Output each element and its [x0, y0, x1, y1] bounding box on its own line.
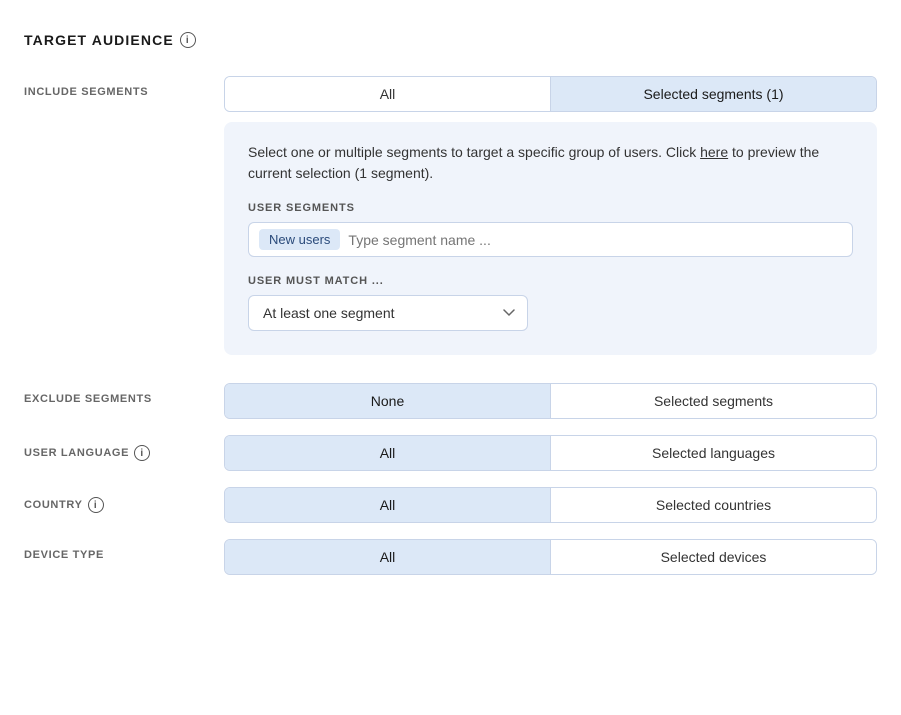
device-type-row: DEVICE TYPE All Selected devices	[24, 539, 877, 575]
include-segments-all-btn[interactable]: All	[225, 77, 551, 111]
country-label: COUNTRY i	[24, 487, 224, 513]
page-title-info-icon[interactable]: i	[180, 32, 196, 48]
segment-tag[interactable]: New users	[259, 229, 340, 250]
exclude-segments-row: EXCLUDE SEGMENTS None Selected segments	[24, 383, 877, 419]
user-language-toggle: All Selected languages	[224, 435, 877, 471]
device-type-selected-btn[interactable]: Selected devices	[551, 540, 876, 574]
page-title-text: TARGET AUDIENCE	[24, 32, 174, 48]
user-must-match-select[interactable]: At least one segment All segments	[248, 295, 528, 331]
segment-panel: Select one or multiple segments to targe…	[224, 122, 877, 355]
include-segments-label: INCLUDE SEGMENTS	[24, 76, 224, 98]
country-toggle: All Selected countries	[224, 487, 877, 523]
exclude-segments-label: EXCLUDE SEGMENTS	[24, 383, 224, 405]
include-segments-selected-btn[interactable]: Selected segments (1)	[551, 77, 876, 111]
country-info-icon[interactable]: i	[88, 497, 104, 513]
user-language-row: USER LANGUAGE i All Selected languages	[24, 435, 877, 471]
device-type-label: DEVICE TYPE	[24, 539, 224, 561]
page-title: TARGET AUDIENCE i	[24, 32, 877, 48]
device-type-toggle: All Selected devices	[224, 539, 877, 575]
segment-name-input[interactable]	[348, 232, 842, 248]
exclude-segments-toggle: None Selected segments	[224, 383, 877, 419]
user-language-all-btn[interactable]: All	[225, 436, 551, 470]
user-language-label: USER LANGUAGE i	[24, 435, 224, 461]
segment-tag-input[interactable]: New users	[248, 222, 853, 257]
country-all-btn[interactable]: All	[225, 488, 551, 522]
include-segments-row: INCLUDE SEGMENTS All Selected segments (…	[24, 76, 877, 371]
segment-panel-desc: Select one or multiple segments to targe…	[248, 142, 853, 184]
user-language-selected-btn[interactable]: Selected languages	[551, 436, 876, 470]
country-row: COUNTRY i All Selected countries	[24, 487, 877, 523]
user-language-info-icon[interactable]: i	[134, 445, 150, 461]
exclude-segments-selected-btn[interactable]: Selected segments	[551, 384, 876, 418]
user-segments-label: USER SEGMENTS	[248, 202, 853, 214]
country-selected-btn[interactable]: Selected countries	[551, 488, 876, 522]
segment-panel-link[interactable]: here	[700, 144, 728, 160]
user-must-match-label: USER MUST MATCH ...	[248, 275, 853, 287]
exclude-segments-none-btn[interactable]: None	[225, 384, 551, 418]
include-segments-toggle: All Selected segments (1)	[224, 76, 877, 112]
device-type-all-btn[interactable]: All	[225, 540, 551, 574]
